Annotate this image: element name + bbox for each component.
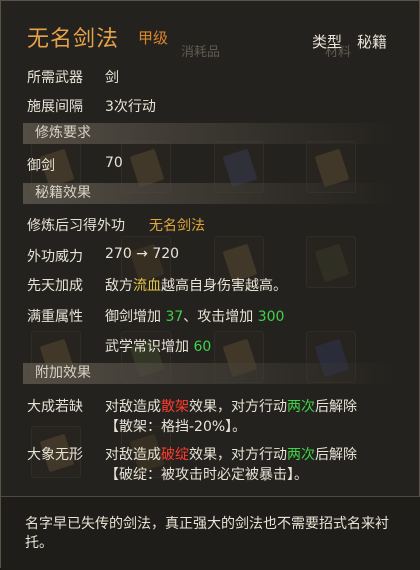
extra-2-line-1: 对敌造成破绽效果，对方行动两次后解除 [105, 447, 357, 463]
section-requirement: 修炼要求 [23, 123, 399, 144]
extra-1-line-2: 【散架：格挡-20%】。 [105, 419, 247, 435]
item-description: 名字早已失传的剑法，真正强大的剑法也不需要招式名来衬托。 [25, 516, 389, 551]
section-extra: 附加效果 [23, 363, 399, 384]
extra-2-line-2: 【破绽：被攻击时必定被暴击】。 [105, 467, 308, 483]
skill-label: 御剑 [27, 158, 55, 174]
innate-highlight: 流血 [133, 278, 161, 294]
gain-label: 修炼后习得外功 [27, 218, 125, 234]
bg-slot [306, 236, 356, 288]
extra-1-label: 大成若缺 [27, 399, 83, 415]
power-label: 外功威力 [27, 249, 83, 265]
innate-label: 先天加成 [27, 278, 83, 294]
type-label: 类型 [312, 33, 343, 51]
power-value: 270 → 720 [105, 246, 180, 262]
item-title: 无名剑法 [27, 27, 120, 52]
interval-label: 施展间隔 [27, 99, 83, 115]
full-label: 满重属性 [27, 309, 83, 325]
extra-2-label: 大象无形 [27, 447, 83, 463]
skill-value: 70 [105, 155, 123, 171]
gain-value: 无名剑法 [149, 218, 205, 234]
bg-tab-consumables: 消耗品 [181, 45, 221, 60]
full-line-2: 武学常识增加 60 [105, 339, 212, 355]
extra-1-line-1: 对敌造成散架效果，对方行动两次后解除 [105, 399, 357, 415]
innate-text: 敌方流血越高自身伤害越高。 [105, 278, 287, 294]
type-value: 秘籍 [357, 33, 388, 51]
section-effects: 秘籍效果 [23, 183, 399, 204]
item-tooltip-panel: 无名剑法 甲级 消耗品 材料 类型 秘籍 所需武器 剑 施展间隔 3次行动 修炼… [0, 0, 420, 570]
interval-value: 3次行动 [105, 99, 156, 115]
full-line-1: 御剑增加 37、攻击增加 300 [105, 309, 285, 325]
weapon-label: 所需武器 [27, 70, 83, 86]
tooltip-header: 无名剑法 甲级 消耗品 材料 类型 秘籍 [1, 1, 420, 60]
weapon-value: 剑 [105, 70, 119, 86]
item-grade: 甲级 [138, 29, 169, 47]
